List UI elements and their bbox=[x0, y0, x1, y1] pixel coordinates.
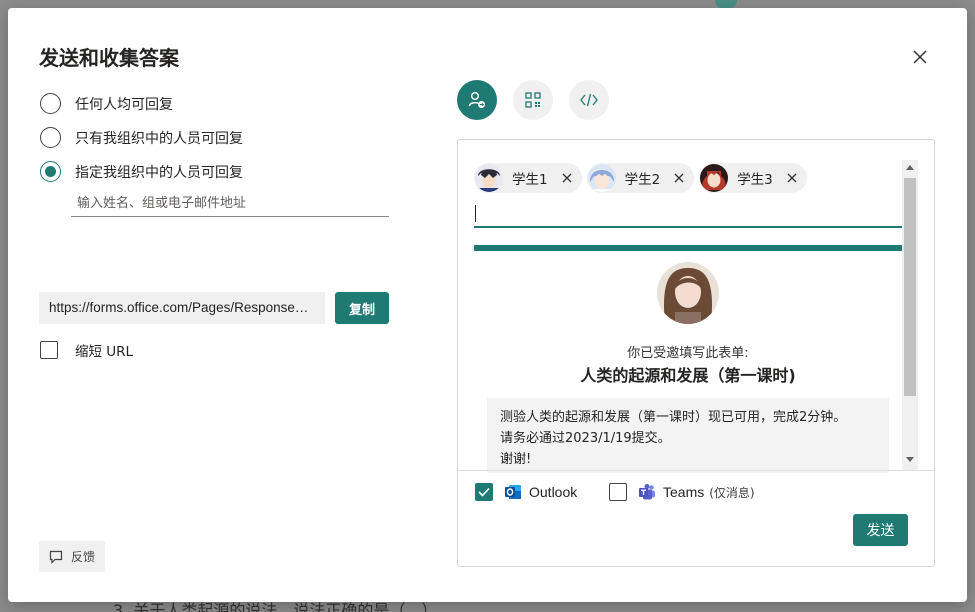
message-line: 谢谢! bbox=[500, 452, 532, 467]
embed-code-icon bbox=[580, 93, 598, 107]
scroll-up-arrow-icon[interactable] bbox=[906, 165, 914, 170]
recipient-chips: 学生1 学生2 学生3 bbox=[474, 163, 807, 193]
send-collect-dialog: 发送和收集答案 任何人均可回复 只有我组织中的人员可回复 指定我组织中的人员可回… bbox=[8, 8, 967, 602]
teams-icon bbox=[639, 484, 655, 500]
recipient-name: 学生3 bbox=[737, 172, 773, 188]
teams-checkbox[interactable] bbox=[609, 483, 627, 501]
radio-button[interactable] bbox=[40, 93, 61, 114]
message-line: 请务必通过2023/1/19提交。 bbox=[500, 431, 671, 446]
feedback-button[interactable]: 反馈 bbox=[39, 541, 105, 572]
form-link-field[interactable]: https://forms.office.com/Pages/ResponseP… bbox=[39, 292, 325, 324]
invite-people-icon bbox=[468, 92, 485, 108]
remove-recipient-button[interactable] bbox=[560, 171, 574, 185]
close-icon bbox=[787, 173, 797, 183]
shorten-url-option[interactable]: 缩短 URL bbox=[40, 340, 133, 360]
tab-invite-people[interactable] bbox=[457, 80, 497, 120]
copy-button[interactable]: 复制 bbox=[335, 292, 389, 324]
student2-avatar bbox=[587, 164, 616, 192]
recipient-chip: 学生2 bbox=[586, 163, 695, 193]
remove-recipient-button[interactable] bbox=[672, 171, 686, 185]
teams-note: (仅消息) bbox=[709, 485, 755, 500]
message-preview[interactable]: 测验人类的起源和发展（第一课时）现已可用，完成2分钟。 请务必通过2023/1/… bbox=[487, 398, 889, 473]
outlook-checkbox[interactable] bbox=[475, 483, 493, 501]
send-button[interactable]: 发送 bbox=[853, 514, 908, 546]
teams-label: Teams bbox=[663, 484, 705, 500]
student1-avatar bbox=[475, 164, 503, 192]
radio-specific-people[interactable]: 指定我组织中的人员可回复 bbox=[40, 161, 243, 182]
invite-text: 你已受邀填写此表单: bbox=[627, 346, 749, 361]
recipient-chip: 学生3 bbox=[699, 163, 807, 193]
radio-label: 只有我组织中的人员可回复 bbox=[75, 130, 243, 147]
tab-embed[interactable] bbox=[569, 80, 609, 120]
recipient-input[interactable] bbox=[474, 200, 902, 228]
radio-button-selected[interactable] bbox=[40, 161, 61, 182]
scroll-thumb[interactable] bbox=[904, 178, 916, 396]
tab-qr-code[interactable] bbox=[513, 80, 553, 120]
vertical-scrollbar[interactable] bbox=[902, 160, 918, 470]
recipient-chip: 学生1 bbox=[474, 163, 582, 193]
radio-anyone[interactable]: 任何人均可回复 bbox=[40, 93, 173, 114]
close-icon bbox=[913, 50, 927, 64]
remove-recipient-button[interactable] bbox=[785, 171, 799, 185]
preview-header-bar bbox=[474, 245, 902, 251]
invite-panel: 学生1 学生2 学生3 你已受邀填写此表单: 人类的起源和发展（第一课时) 测验… bbox=[457, 139, 935, 567]
close-icon bbox=[674, 173, 684, 183]
recipient-name: 学生1 bbox=[512, 172, 548, 188]
qr-code-icon bbox=[525, 92, 541, 108]
shorten-url-label: 缩短 URL bbox=[75, 344, 134, 360]
message-line: 测验人类的起源和发展（第一课时）现已可用，完成2分钟。 bbox=[500, 410, 847, 425]
shorten-url-checkbox[interactable] bbox=[40, 341, 58, 359]
dialog-title: 发送和收集答案 bbox=[39, 46, 179, 70]
radio-label: 指定我组织中的人员可回复 bbox=[75, 164, 243, 181]
feedback-label: 反馈 bbox=[70, 550, 95, 564]
close-icon bbox=[562, 173, 572, 183]
teams-option[interactable]: Teams (仅消息) bbox=[609, 483, 755, 501]
student3-avatar bbox=[700, 164, 729, 192]
close-button[interactable] bbox=[908, 45, 932, 69]
outlook-option[interactable]: Outlook bbox=[475, 483, 577, 501]
outlook-icon bbox=[505, 485, 521, 499]
recipient-name: 学生2 bbox=[624, 172, 661, 188]
scroll-down-arrow-icon[interactable] bbox=[906, 457, 914, 462]
radio-org-only[interactable]: 只有我组织中的人员可回复 bbox=[40, 127, 243, 148]
radio-label: 任何人均可回复 bbox=[75, 96, 173, 113]
radio-button[interactable] bbox=[40, 127, 61, 148]
text-caret bbox=[475, 205, 476, 222]
divider bbox=[458, 470, 934, 471]
people-search-input[interactable] bbox=[71, 190, 389, 217]
comment-icon bbox=[49, 550, 63, 564]
outlook-label: Outlook bbox=[529, 484, 578, 500]
form-title: 人类的起源和发展（第一课时) bbox=[580, 366, 796, 385]
sender-avatar bbox=[657, 262, 719, 324]
checkmark-icon bbox=[478, 487, 490, 497]
